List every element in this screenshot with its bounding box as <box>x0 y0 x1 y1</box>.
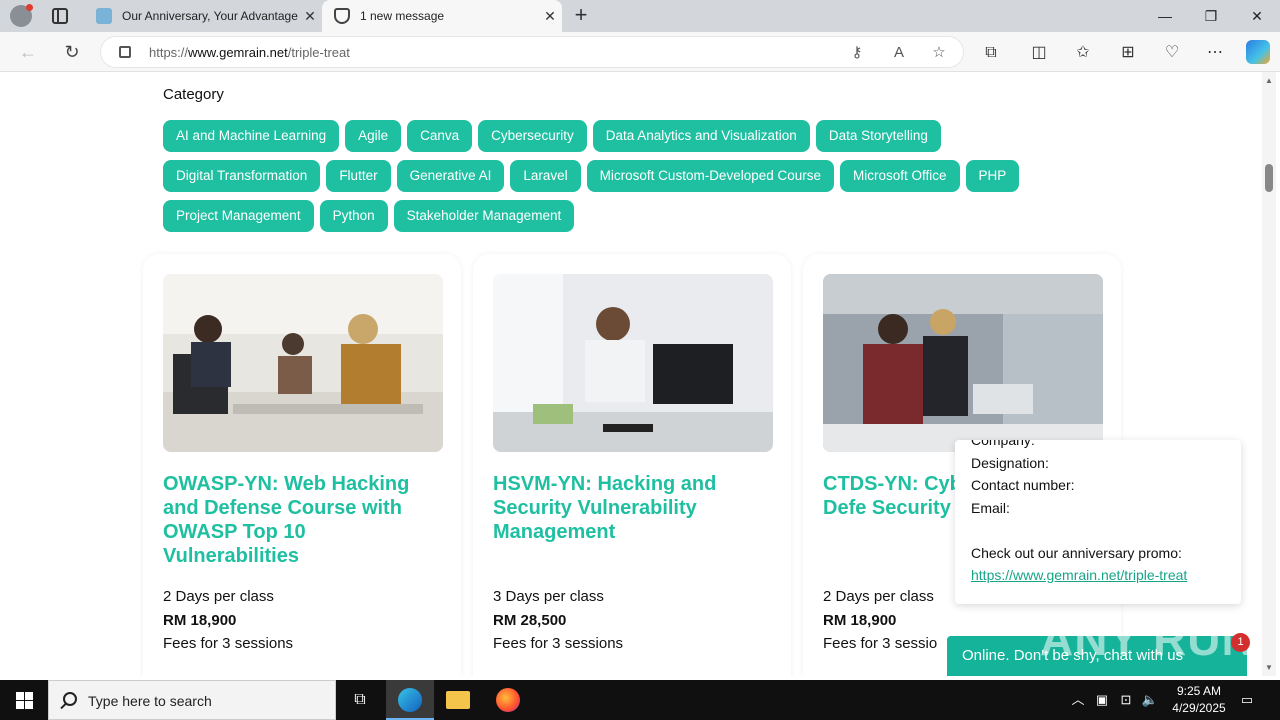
course-fees: Fees for 3 sessions <box>163 635 294 652</box>
tab-anniversary[interactable]: Our Anniversary, Your Advantage ✕ <box>84 0 322 32</box>
category-chip[interactable]: Stakeholder Management <box>393 200 575 232</box>
course-duration: 2 Days per class <box>163 588 274 605</box>
course-price: RM 18,900 <box>163 612 237 629</box>
course-image[interactable] <box>823 274 1103 452</box>
category-chip[interactable]: Laravel <box>510 160 581 192</box>
clock-time: 9:25 AM <box>1176 684 1222 698</box>
extensions-icon[interactable]: ⧉ <box>980 42 1002 64</box>
course-card[interactable]: OWASP-YN: Web Hacking and Defense Course… <box>143 254 461 676</box>
category-chip[interactable]: Digital Transformation <box>163 160 321 192</box>
category-heading: Category <box>163 86 224 103</box>
category-chip[interactable]: Microsoft Office <box>840 160 960 192</box>
split-screen-icon[interactable]: ◫ <box>1028 42 1050 64</box>
course-card[interactable]: HSVM-YN: Hacking and Security Vulnerabil… <box>473 254 791 676</box>
show-hidden-icons-icon[interactable]: ︿ <box>1068 680 1088 720</box>
address-bar[interactable]: https://www.gemrain.net/triple-treat ⚷ A… <box>100 36 964 68</box>
category-chip[interactable]: Microsoft Custom-Developed Course <box>586 160 835 192</box>
firefox-icon[interactable] <box>484 680 532 720</box>
course-image[interactable] <box>493 274 773 452</box>
chat-company-label: Company: <box>971 440 1035 448</box>
scrollbar-thumb[interactable] <box>1265 164 1273 192</box>
restore-icon[interactable]: ❐ <box>1188 0 1234 32</box>
chat-promo-link[interactable]: https://www.gemrain.net/triple-treat <box>971 567 1187 583</box>
tab-actions-icon[interactable] <box>52 8 68 24</box>
profile-icon[interactable] <box>10 4 33 27</box>
chat-unread-badge: 1 <box>1231 633 1250 652</box>
course-title[interactable]: HSVM-YN: Hacking and Security Vulnerabil… <box>493 472 763 544</box>
category-chip[interactable]: AI and Machine Learning <box>163 120 340 152</box>
tab-title: 1 new message <box>360 9 445 23</box>
system-clock[interactable]: 9:25 AM 4/29/2025 <box>1160 683 1238 717</box>
task-view-icon[interactable]: ⧉ <box>336 680 384 720</box>
close-icon[interactable]: ✕ <box>298 8 322 25</box>
category-chip[interactable]: Flutter <box>326 160 391 192</box>
chat-contact-label: Contact number: <box>971 477 1075 493</box>
device-icon[interactable]: ▣ <box>1092 680 1112 720</box>
copilot-icon[interactable] <box>1246 40 1270 64</box>
search-placeholder: Type here to search <box>88 693 212 709</box>
tab-new-message[interactable]: 1 new message ✕ <box>322 0 562 32</box>
windows-start-icon[interactable] <box>0 680 48 720</box>
chat-email-label: Email: <box>971 500 1010 516</box>
search-icon <box>63 692 77 706</box>
anyrun-watermark: ANY RUN <box>1040 613 1256 665</box>
collections-icon[interactable]: ⊞ <box>1117 42 1139 64</box>
category-chip[interactable]: PHP <box>965 160 1020 192</box>
refresh-icon[interactable]: ↻ <box>58 38 86 66</box>
more-options-icon[interactable]: ⋯ <box>1204 42 1226 64</box>
course-duration: 2 Days per class <box>823 588 934 605</box>
course-title[interactable]: OWASP-YN: Web Hacking and Defense Course… <box>163 472 433 568</box>
chat-designation-label: Designation: <box>971 455 1049 471</box>
category-chip[interactable]: Data Storytelling <box>815 120 941 152</box>
scroll-down-icon[interactable]: ▼ <box>1265 663 1273 672</box>
tab-favicon-icon <box>334 8 350 24</box>
navigation-bar: ← ↻ https://www.gemrain.net/triple-treat… <box>0 32 1280 72</box>
page-scrollbar[interactable]: ▲ ▼ <box>1262 72 1276 676</box>
url-text[interactable]: https://www.gemrain.net/triple-treat <box>149 45 350 60</box>
course-duration: 3 Days per class <box>493 588 604 605</box>
file-explorer-icon[interactable] <box>434 680 482 720</box>
chat-promo-text: Check out our anniversary promo: <box>971 545 1182 561</box>
notifications-icon[interactable]: ▭ <box>1236 680 1258 720</box>
clock-date: 4/29/2025 <box>1172 701 1226 715</box>
volume-icon[interactable]: 🔈 <box>1140 680 1160 720</box>
edge-taskbar-icon[interactable] <box>386 680 434 720</box>
chat-message-popup[interactable]: Company: Designation: Contact number: Em… <box>955 440 1241 604</box>
scroll-up-icon[interactable]: ▲ <box>1265 76 1273 85</box>
key-icon[interactable]: ⚷ <box>847 43 867 63</box>
lock-icon <box>119 46 131 58</box>
favorites-icon[interactable]: ✩ <box>1072 42 1094 64</box>
read-aloud-icon[interactable]: A <box>889 43 909 63</box>
course-fees: Fees for 3 sessio <box>823 635 938 652</box>
taskbar-search-box[interactable]: Type here to search <box>48 680 336 720</box>
category-chip[interactable]: Canva <box>407 120 473 152</box>
tab-favicon-icon <box>96 8 112 24</box>
course-fees: Fees for 3 sessions <box>493 635 624 652</box>
back-icon[interactable]: ← <box>14 38 42 66</box>
minimize-icon[interactable]: — <box>1142 0 1188 32</box>
category-chip[interactable]: Agile <box>345 120 402 152</box>
category-chip[interactable]: Python <box>319 200 388 232</box>
close-icon[interactable]: ✕ <box>538 8 562 25</box>
course-image[interactable] <box>163 274 443 452</box>
category-chip[interactable]: Data Analytics and Visualization <box>592 120 810 152</box>
course-price: RM 28,500 <box>493 612 567 629</box>
favorite-star-icon[interactable]: ☆ <box>929 43 949 63</box>
window-close-icon[interactable]: ✕ <box>1234 0 1280 32</box>
category-chip[interactable]: Cybersecurity <box>478 120 587 152</box>
network-icon[interactable]: ⊡ <box>1116 680 1136 720</box>
category-chip[interactable]: Generative AI <box>396 160 505 192</box>
category-list: AI and Machine Learning Agile Canva Cybe… <box>163 120 1083 232</box>
tab-strip: Our Anniversary, Your Advantage ✕ 1 new … <box>0 0 1280 32</box>
browser-essentials-icon[interactable]: ♡ <box>1161 42 1183 64</box>
taskbar: Type here to search ⧉ ︿ ▣ ⊡ 🔈 9:25 AM 4/… <box>0 680 1280 720</box>
course-price: RM 18,900 <box>823 612 897 629</box>
category-chip[interactable]: Project Management <box>163 200 314 232</box>
tab-title: Our Anniversary, Your Advantage <box>122 9 298 23</box>
new-tab-icon[interactable]: + <box>570 4 592 26</box>
